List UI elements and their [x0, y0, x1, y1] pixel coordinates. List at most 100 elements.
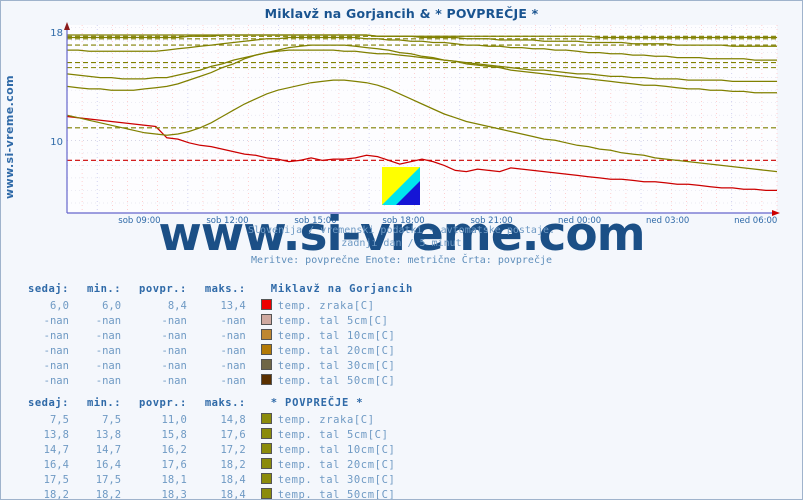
cell-povpr: -nan	[161, 344, 187, 357]
legend-label: temp. tal 10cm[C]	[277, 330, 396, 342]
column-header: min.:	[86, 283, 122, 295]
cell-sedaj: -nan	[43, 329, 69, 342]
cell-maks: 18,4	[220, 488, 246, 500]
legend-entry: temp. tal 20cm[C]	[255, 343, 422, 358]
cell-maks: -nan	[220, 374, 246, 387]
column-header: povpr.:	[139, 397, 187, 409]
cell-maks: 13,4	[220, 299, 246, 312]
table-row: 14,7 14,7 16,2 17,2 temp. tal 10cm[C]	[19, 442, 404, 457]
cell-min: -nan	[95, 344, 122, 357]
cell-sedaj: 7,5	[49, 413, 69, 426]
cell-maks: -nan	[220, 344, 246, 357]
table-header-row: sedaj: min.: povpr.: maks.: * POVPREČJE *	[19, 397, 404, 412]
cell-min: 16,4	[95, 458, 122, 471]
legend-label: temp. zraka[C]	[277, 414, 375, 426]
cell-maks: 14,8	[220, 413, 246, 426]
subtitle-line-1: Slovenija / vremenski podatki - avtomats…	[247, 225, 556, 236]
cell-maks: 18,4	[220, 473, 246, 486]
cell-povpr: -nan	[161, 374, 187, 387]
cell-povpr: 11,0	[161, 413, 187, 426]
cell-sedaj: 6,0	[49, 299, 69, 312]
cell-povpr: 17,6	[161, 458, 187, 471]
legend-entry: temp. tal 10cm[C]	[255, 442, 405, 457]
table-header: sedaj: min.: povpr.: maks.: Miklavž na Gorja…	[19, 283, 422, 298]
y-tick-label-10: 10	[50, 137, 63, 148]
table-header: sedaj: min.: povpr.: maks.: * POVPREČJE *	[19, 397, 404, 412]
cell-min: -nan	[95, 314, 122, 327]
legend-entry: temp. zraka[C]	[255, 412, 405, 427]
plot-background	[67, 25, 777, 213]
legend-entry: temp. tal 5cm[C]	[255, 427, 405, 442]
legend-label: temp. tal 5cm[C]	[277, 429, 389, 441]
cell-min: 18,2	[95, 488, 122, 500]
legend-label: temp. tal 50cm[C]	[277, 375, 396, 387]
legend-entry: temp. tal 30cm[C]	[255, 472, 405, 487]
legend-label: temp. tal 20cm[C]	[277, 345, 396, 357]
table-header-row: sedaj: min.: povpr.: maks.: Miklavž na Gorja…	[19, 283, 422, 298]
stats-table-average: sedaj: min.: povpr.: maks.: * POVPREČJE * 7,…	[19, 397, 404, 500]
column-header: min.:	[86, 397, 122, 409]
table-row: 16,4 16,4 17,6 18,2 temp. tal 20cm[C]	[19, 457, 404, 472]
legend-swatch-icon	[260, 314, 272, 325]
table-row: 7,5 7,5 11,0 14,8 temp. zraka[C]	[19, 412, 404, 427]
cell-sedaj: 18,2	[43, 488, 69, 500]
cell-povpr: -nan	[161, 359, 187, 372]
cell-povpr: -nan	[161, 314, 187, 327]
column-header: sedaj:	[28, 283, 69, 295]
cell-min: 6,0	[102, 299, 122, 312]
table-row: -nan -nan -nan -nan temp. tal 10cm[C]	[19, 328, 422, 343]
table-body: 6,0 6,0 8,4 13,4 temp. zraka[C] -nan -nan -nan -…	[19, 298, 422, 388]
column-header: povpr.:	[139, 283, 187, 295]
cell-maks: -nan	[220, 359, 246, 372]
column-header: maks.:	[204, 283, 246, 295]
cell-povpr: 16,2	[161, 443, 187, 456]
cell-min: 17,5	[95, 473, 122, 486]
cell-povpr: 15,8	[161, 428, 187, 441]
station-name-header: Miklavž na Gorjancih	[270, 283, 414, 295]
legend-entry: temp. tal 50cm[C]	[255, 373, 422, 388]
table-row: 17,5 17,5 18,1 18,4 temp. tal 30cm[C]	[19, 472, 404, 487]
subtitle-line-3: Meritve: povprečne Enote: metrične Črta:…	[250, 255, 553, 266]
site-url-vertical: www.si-vreme.com	[3, 75, 16, 199]
cell-min: -nan	[95, 374, 122, 387]
legend-label: temp. zraka[C]	[277, 300, 375, 312]
legend-entry: temp. tal 5cm[C]	[255, 313, 422, 328]
table-row: 6,0 6,0 8,4 13,4 temp. zraka[C]	[19, 298, 422, 313]
table-row: -nan -nan -nan -nan temp. tal 5cm[C]	[19, 313, 422, 328]
page-title: Miklavž na Gorjancih & * POVPREČJE *	[264, 6, 539, 21]
legend-entry: temp. zraka[C]	[255, 298, 422, 313]
cell-maks: -nan	[220, 329, 246, 342]
legend-swatch-icon	[260, 329, 272, 340]
y-tick-label-18: 18	[50, 28, 63, 39]
legend-label: temp. tal 30cm[C]	[277, 474, 396, 486]
cell-min: -nan	[95, 359, 122, 372]
legend-swatch-icon	[260, 428, 272, 439]
subtitle-line-2: zadnji dan / 5 minut	[341, 238, 462, 249]
cell-min: -nan	[95, 329, 122, 342]
column-header: maks.:	[204, 397, 246, 409]
cell-min: 14,7	[95, 443, 122, 456]
legend-label: temp. tal 20cm[C]	[277, 459, 396, 471]
legend-swatch-icon	[260, 443, 272, 454]
legend-swatch-icon	[260, 473, 272, 484]
legend-swatch-icon	[260, 299, 272, 310]
legend-swatch-icon	[260, 374, 272, 385]
cell-min: 13,8	[95, 428, 122, 441]
cell-sedaj: -nan	[43, 344, 69, 357]
cell-povpr: 18,1	[161, 473, 187, 486]
cell-sedaj: -nan	[43, 374, 69, 387]
screenshot-root: Miklavž na Gorjancih & * POVPREČJE * www…	[0, 0, 803, 500]
cell-sedaj: -nan	[43, 359, 69, 372]
legend-swatch-icon	[260, 359, 272, 370]
cell-min: 7,5	[102, 413, 122, 426]
table-row: 18,2 18,2 18,3 18,4 temp. tal 50cm[C]	[19, 487, 404, 500]
si-vreme-logo-icon	[382, 167, 420, 205]
cell-povpr: -nan	[161, 329, 187, 342]
cell-maks: 18,2	[220, 458, 246, 471]
column-header: sedaj:	[28, 397, 69, 409]
legend-swatch-icon	[260, 344, 272, 355]
cell-sedaj: -nan	[43, 314, 69, 327]
cell-sedaj: 13,8	[43, 428, 69, 441]
legend-swatch-icon	[260, 458, 272, 469]
table-row: 13,8 13,8 15,8 17,6 temp. tal 5cm[C]	[19, 427, 404, 442]
